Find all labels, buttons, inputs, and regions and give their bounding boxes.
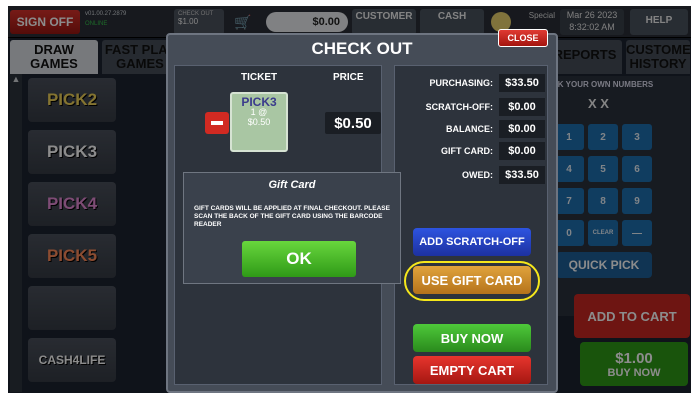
empty-cart-button[interactable]: EMPTY CART — [413, 356, 531, 384]
summary-label: SCRATCH-OFF: — [425, 102, 493, 112]
ticket-game: PICK3 — [241, 95, 277, 109]
highlight-ring — [404, 261, 540, 301]
gift-card-message: GIFT CARDS WILL BE APPLIED AT FINAL CHEC… — [194, 205, 390, 228]
payment-summary: PURCHASING: $33.50 SCRATCH-OFF: $0.00 BA… — [394, 65, 548, 385]
remove-ticket-button[interactable] — [205, 112, 229, 134]
ticket-unit-price: $0.50 — [247, 117, 271, 127]
close-button[interactable]: CLOSE — [498, 29, 548, 47]
add-scratch-off-button[interactable]: ADD SCRATCH-OFF — [413, 228, 531, 256]
price-column-header: PRICE — [333, 72, 364, 83]
ok-button[interactable]: OK — [242, 241, 356, 277]
summary-label: PURCHASING: — [429, 78, 493, 88]
summary-value: $0.00 — [499, 98, 545, 116]
ticket-price: $0.50 — [325, 112, 381, 134]
summary-value: $0.00 — [499, 142, 545, 160]
summary-label: OWED: — [462, 170, 493, 180]
gift-card-dialog: Gift Card GIFT CARDS WILL BE APPLIED AT … — [183, 172, 401, 284]
summary-label: GIFT CARD: — [441, 146, 493, 156]
ticket-item[interactable]: PICK3 1 @ $0.50 — [230, 92, 288, 152]
minus-icon — [211, 121, 223, 125]
gift-card-title: Gift Card — [268, 179, 316, 191]
ticket-column-header: TICKET — [241, 72, 278, 83]
summary-value: $0.00 — [499, 120, 545, 138]
summary-label: BALANCE: — [446, 124, 493, 134]
ticket-qty: 1 @ — [250, 107, 268, 117]
summary-value: $33.50 — [499, 74, 545, 92]
lottery-terminal-screen: SIGN OFF v01.00.27.2879 ONLINE CHECK OUT… — [8, 6, 691, 393]
buy-now-button[interactable]: BUY NOW — [413, 324, 531, 352]
summary-value: $33.50 — [499, 166, 545, 184]
